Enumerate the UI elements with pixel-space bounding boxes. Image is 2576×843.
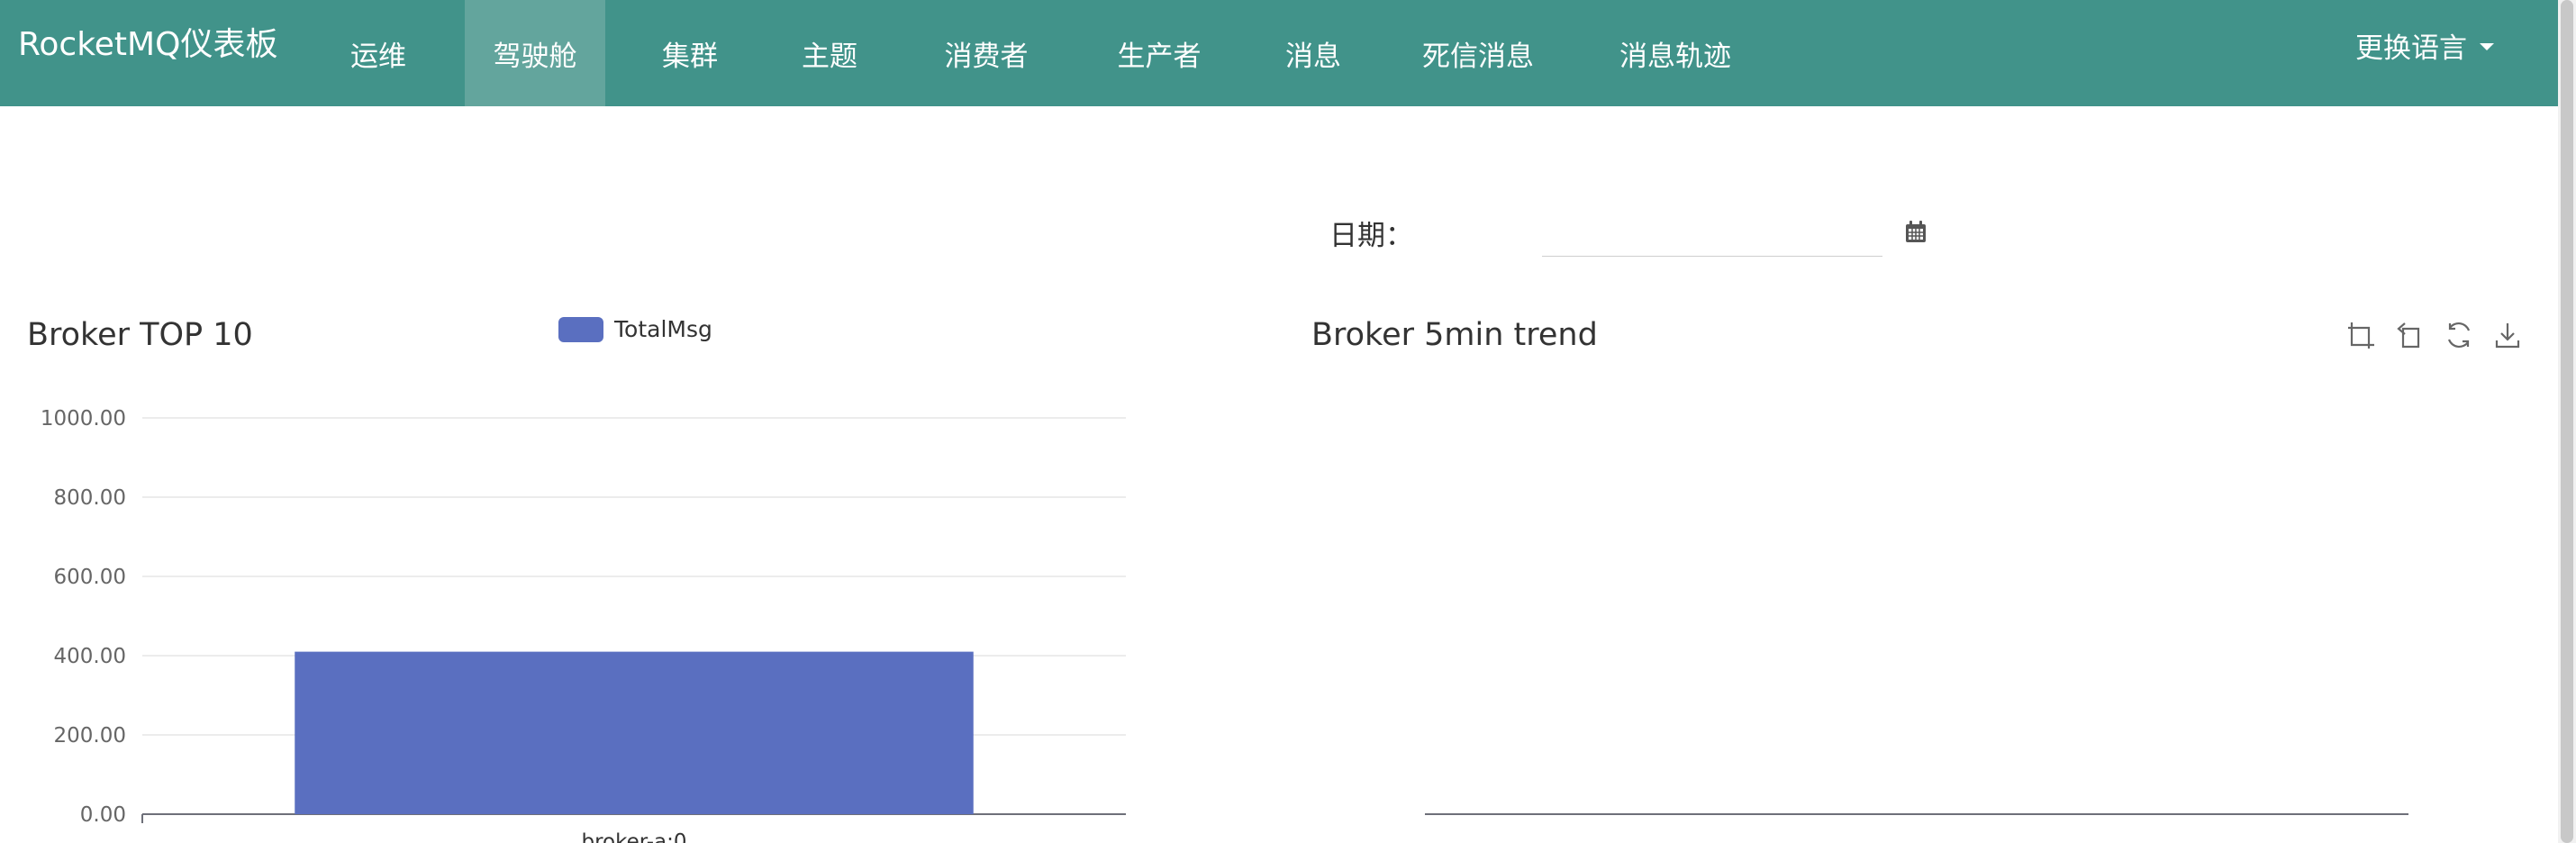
- chart-legend[interactable]: TotalMsg: [558, 317, 712, 342]
- y-tick-label: 200.00: [54, 724, 126, 748]
- right-chart-title: Broker 5min trend: [1311, 317, 1598, 353]
- language-label: 更换语言: [2355, 32, 2467, 65]
- undo-icon[interactable]: [2394, 319, 2426, 351]
- y-tick-label: 0.00: [80, 803, 126, 827]
- y-tick-label: 1000.00: [41, 407, 126, 431]
- nav-item-message[interactable]: 消息: [1263, 0, 1364, 106]
- scrollbar-thumb[interactable]: [2561, 0, 2573, 843]
- refresh-icon[interactable]: [2443, 319, 2475, 351]
- bar-broker-a-0[interactable]: [295, 651, 974, 814]
- trend-x-axis: [1425, 813, 2408, 815]
- nav-item-ops[interactable]: 运维: [324, 0, 432, 106]
- chevron-down-icon: [2480, 43, 2494, 50]
- vertical-scrollbar[interactable]: [2558, 0, 2576, 843]
- date-input[interactable]: [1542, 214, 1882, 257]
- nav-item-producer[interactable]: 生产者: [1092, 0, 1227, 106]
- y-tick-label: 800.00: [54, 486, 126, 510]
- dashboard-page: RocketMQ仪表板 运维 驾驶舱 集群 主题 消费者 生产者 消息 死信消息…: [0, 0, 2576, 843]
- chart-toolbox: [2345, 319, 2524, 351]
- nav-item-dead-letter[interactable]: 死信消息: [1401, 0, 1555, 106]
- y-tick-label: 400.00: [54, 645, 126, 668]
- brand[interactable]: RocketMQ仪表板: [18, 23, 277, 67]
- top-navbar: RocketMQ仪表板 运维 驾驶舱 集群 主题 消费者 生产者 消息 死信消息…: [0, 0, 2558, 106]
- language-dropdown[interactable]: 更换语言: [2355, 0, 2517, 90]
- nav-item-topic[interactable]: 主题: [776, 0, 883, 106]
- nav-item-cockpit[interactable]: 驾驶舱: [465, 0, 605, 106]
- download-icon[interactable]: [2491, 319, 2524, 351]
- left-chart-title: Broker TOP 10: [27, 317, 253, 353]
- x-tick-label: broker-a:0: [581, 830, 686, 843]
- nav-item-cluster[interactable]: 集群: [639, 0, 740, 106]
- calendar-icon[interactable]: [1904, 220, 1927, 245]
- date-label: 日期：: [1329, 220, 1413, 252]
- y-tick-label: 600.00: [54, 566, 126, 589]
- legend-label: TotalMsg: [614, 316, 712, 342]
- legend-swatch: [558, 317, 603, 342]
- broker-top10-chart[interactable]: 0.00 200.00 400.00 600.00 800.00 1000.00 broke…: [0, 378, 1171, 843]
- nav-item-message-trace[interactable]: 消息轨迹: [1603, 0, 1747, 106]
- crop-icon[interactable]: [2345, 319, 2378, 351]
- nav-item-consumer[interactable]: 消费者: [919, 0, 1054, 106]
